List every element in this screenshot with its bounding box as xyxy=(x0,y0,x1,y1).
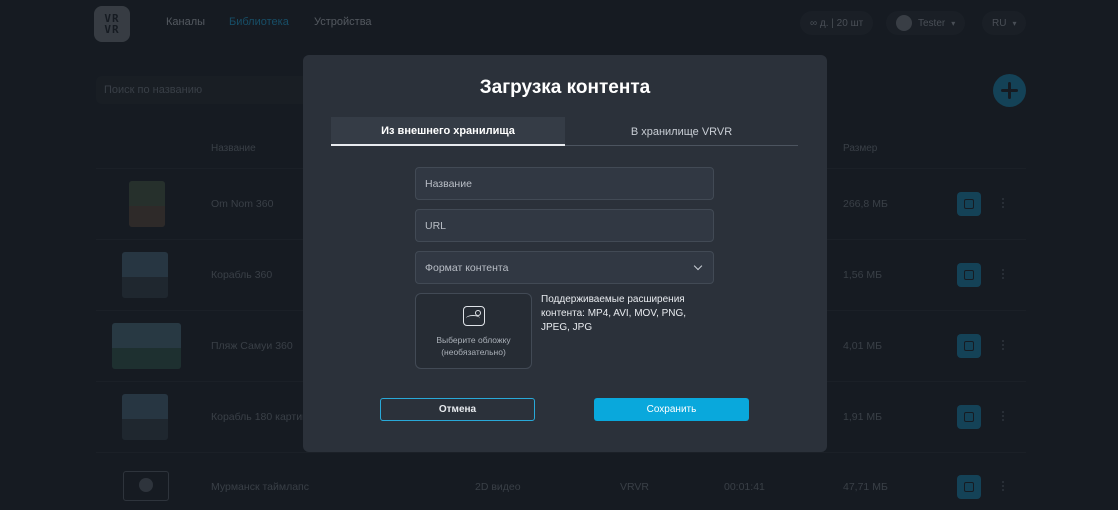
cover-upload-area[interactable]: Выберите обложку (необязательно) xyxy=(415,293,532,369)
content-format-select[interactable]: Формат контента xyxy=(415,251,714,284)
name-input[interactable] xyxy=(415,167,714,200)
cancel-button[interactable]: Отмена xyxy=(380,398,535,421)
supported-formats-hint: Поддерживаемые расширения контента: MP4,… xyxy=(541,294,687,333)
cover-label-line1: Выберите обложку xyxy=(436,335,511,345)
tab-external-storage[interactable]: Из внешнего хранилища xyxy=(331,117,565,146)
dialog-title: Загрузка контента xyxy=(479,77,651,98)
cover-upload-label: Выберите обложку (необязательно) xyxy=(421,334,526,358)
cover-label-line2: (необязательно) xyxy=(441,347,506,357)
url-input[interactable] xyxy=(415,209,714,242)
upload-content-dialog: Загрузка контента Из внешнего хранилища … xyxy=(303,55,827,452)
image-icon xyxy=(462,306,485,326)
chevron-down-icon xyxy=(693,261,703,271)
source-tabs: Из внешнего хранилища В хранилище VRVR xyxy=(331,117,798,146)
tab-vrvr-storage[interactable]: В хранилище VRVR xyxy=(565,117,798,146)
content-format-label: Формат контента xyxy=(425,261,509,274)
save-button[interactable]: Сохранить xyxy=(594,398,749,421)
